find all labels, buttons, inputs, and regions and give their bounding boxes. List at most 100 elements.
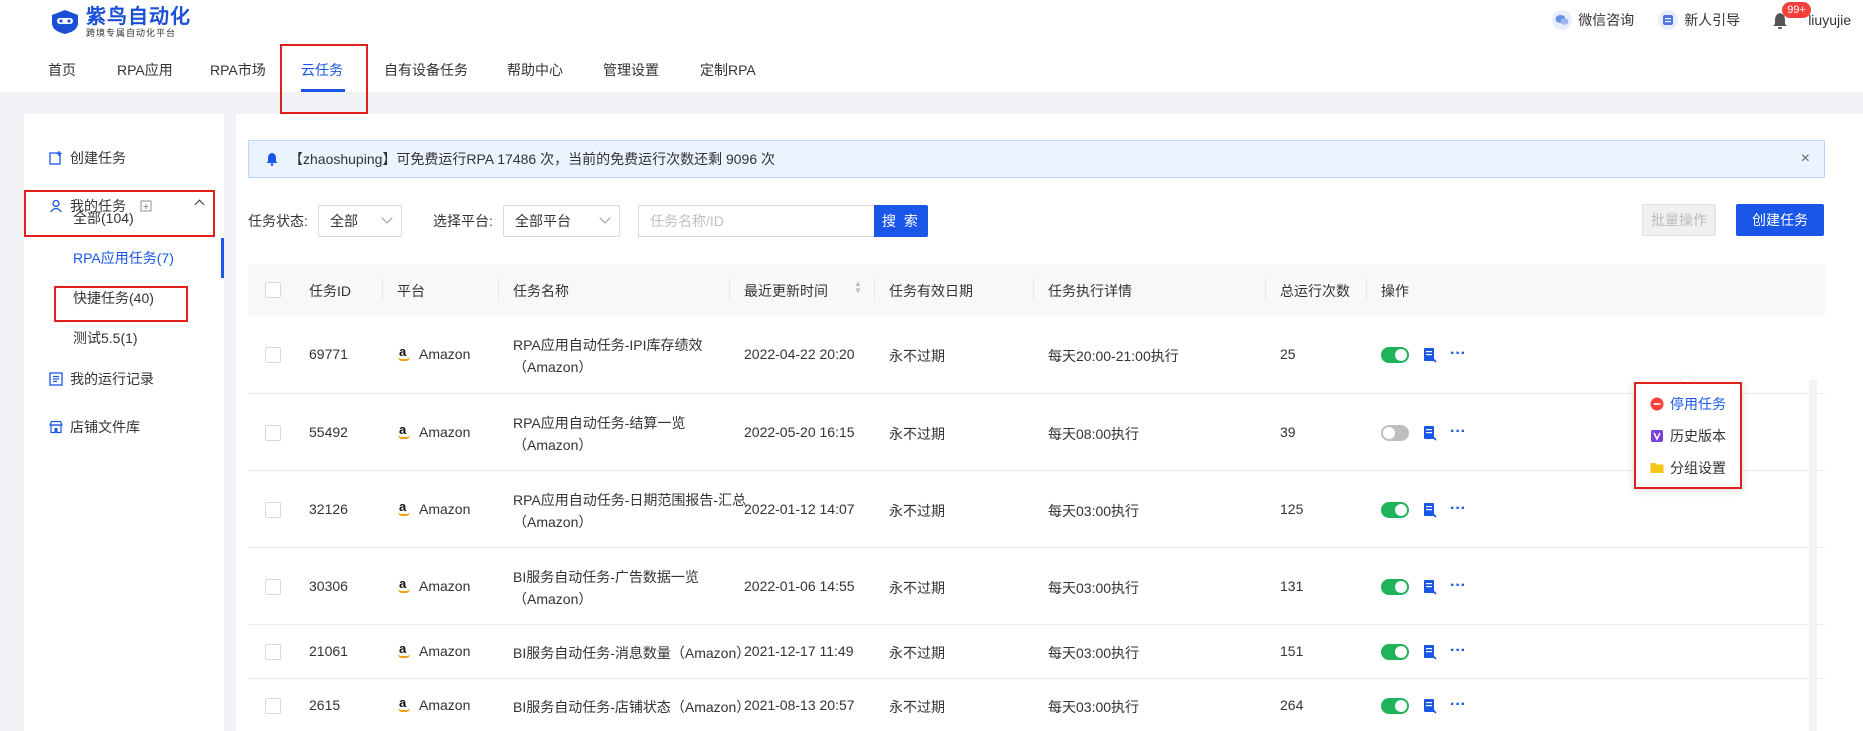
task-enable-toggle[interactable] bbox=[1381, 698, 1409, 714]
edit-doc-icon[interactable] bbox=[1423, 347, 1437, 363]
search-input[interactable] bbox=[638, 205, 876, 237]
nav-help-center[interactable]: 帮助中心 bbox=[507, 60, 563, 80]
wechat-consult-label: 微信咨询 bbox=[1578, 12, 1635, 28]
task-id: 2615 bbox=[309, 697, 341, 713]
row-checkbox[interactable] bbox=[265, 502, 281, 518]
task-enable-toggle[interactable] bbox=[1381, 502, 1409, 518]
quota-notice: 【zhaoshuping】可免费运行RPA 17486 次，当前的免费运行次数还… bbox=[248, 140, 1825, 178]
sort-icon[interactable]: ▲ ▼ bbox=[854, 280, 862, 295]
task-enable-toggle[interactable] bbox=[1381, 644, 1409, 660]
task-name: RPA应用自动任务-日期范围报告-汇总 bbox=[513, 492, 747, 508]
task-enable-toggle[interactable] bbox=[1381, 579, 1409, 595]
toggle-knob bbox=[1383, 427, 1395, 439]
sidebar-run-records-label: 我的运行记录 bbox=[70, 371, 154, 387]
select-all-checkbox[interactable] bbox=[265, 282, 281, 298]
validity: 永不过期 bbox=[889, 580, 945, 596]
chevron-up-icon[interactable] bbox=[194, 199, 205, 210]
updated-time: 2021-08-13 20:57 bbox=[744, 697, 855, 713]
nav-custom-rpa[interactable]: 定制RPA bbox=[700, 60, 756, 80]
close-icon[interactable]: × bbox=[1801, 150, 1810, 168]
logo[interactable]: 紫鸟自动化 跨境专属自动化平台 bbox=[50, 6, 191, 38]
status-select[interactable]: 全部 bbox=[318, 205, 402, 237]
nav-cloud-tasks[interactable]: 云任务 bbox=[301, 60, 343, 80]
column-divider bbox=[1366, 278, 1367, 300]
task-id: 55492 bbox=[309, 424, 348, 440]
more-icon[interactable]: ··· bbox=[1450, 424, 1466, 440]
task-enable-toggle[interactable] bbox=[1381, 347, 1409, 363]
more-icon[interactable]: ··· bbox=[1450, 578, 1466, 594]
wechat-consult-link[interactable]: 微信咨询 bbox=[1552, 10, 1634, 30]
nav-home[interactable]: 首页 bbox=[48, 60, 76, 80]
username[interactable]: liuyujie bbox=[1808, 12, 1851, 28]
platform-name: Amazon bbox=[419, 578, 471, 594]
newbie-guide-link[interactable]: 新人引导 bbox=[1658, 10, 1740, 30]
sidebar-sub-all[interactable]: 全部(104) bbox=[73, 208, 134, 228]
create-task-button[interactable]: 创建任务 bbox=[1736, 204, 1824, 236]
task-name-suffix: （Amazon） bbox=[513, 591, 593, 607]
validity: 永不过期 bbox=[889, 645, 945, 661]
toggle-knob bbox=[1395, 700, 1407, 712]
nav-settings[interactable]: 管理设置 bbox=[603, 60, 659, 80]
th-updated-time[interactable]: 最近更新时间 bbox=[744, 281, 828, 301]
row-checkbox[interactable] bbox=[265, 644, 281, 660]
more-icon[interactable]: ··· bbox=[1450, 501, 1466, 517]
nav-rpa-app[interactable]: RPA应用 bbox=[117, 60, 173, 80]
toggle-knob bbox=[1395, 504, 1407, 516]
menu-item-group-settings[interactable]: 分组设置 bbox=[1650, 458, 1726, 478]
task-id: 32126 bbox=[309, 501, 348, 517]
column-divider bbox=[498, 278, 499, 300]
amazon-logo-icon: a bbox=[397, 576, 411, 593]
menu-item-disable-task[interactable]: 停用任务 bbox=[1650, 394, 1726, 414]
batch-operation-button[interactable]: 批量操作 bbox=[1642, 204, 1716, 236]
total-runs: 125 bbox=[1280, 501, 1304, 517]
th-platform: 平台 bbox=[397, 283, 425, 299]
table-scrollbar[interactable] bbox=[1809, 380, 1817, 731]
sidebar-run-records[interactable]: 我的运行记录 bbox=[24, 359, 224, 399]
status-filter-label: 任务状态: bbox=[248, 213, 308, 229]
toggle-knob bbox=[1395, 581, 1407, 593]
edit-doc-icon[interactable] bbox=[1423, 698, 1437, 714]
task-name: RPA应用自动任务-结算一览 bbox=[513, 415, 686, 431]
menu-item-group-settings-label: 分组设置 bbox=[1670, 460, 1726, 476]
sidebar-shop-files[interactable]: 店铺文件库 bbox=[24, 407, 224, 447]
total-runs: 264 bbox=[1280, 697, 1304, 713]
nav-rpa-market[interactable]: RPA市场 bbox=[210, 60, 266, 80]
row-checkbox[interactable] bbox=[265, 425, 281, 441]
task-enable-toggle[interactable] bbox=[1381, 425, 1409, 441]
add-group-icon[interactable] bbox=[140, 199, 154, 213]
sidebar-create-task[interactable]: 创建任务 bbox=[24, 138, 224, 178]
more-icon[interactable]: ··· bbox=[1450, 643, 1466, 659]
total-runs: 25 bbox=[1280, 346, 1296, 362]
platform-cell: a Amazon bbox=[397, 695, 470, 713]
task-name-suffix: （Amazon） bbox=[513, 437, 593, 453]
platform-cell: a Amazon bbox=[397, 499, 470, 517]
sidebar-sub-quick-tasks[interactable]: 快捷任务(40) bbox=[73, 288, 154, 308]
status-select-value: 全部 bbox=[330, 213, 358, 229]
sidebar-sub-test[interactable]: 测试5.5(1) bbox=[73, 328, 138, 348]
menu-item-history-versions-label: 历史版本 bbox=[1670, 428, 1726, 444]
edit-doc-icon[interactable] bbox=[1423, 579, 1437, 595]
platform-select[interactable]: 全部平台 bbox=[503, 205, 620, 237]
platform-cell: a Amazon bbox=[397, 641, 470, 659]
task-id: 21061 bbox=[309, 643, 348, 659]
brand-name: 紫鸟自动化 bbox=[86, 6, 191, 28]
platform-select-value: 全部平台 bbox=[515, 213, 571, 229]
task-name: BI服务自动任务-广告数据一览 bbox=[513, 569, 699, 585]
edit-doc-icon[interactable] bbox=[1423, 502, 1437, 518]
sidebar-create-task-label: 创建任务 bbox=[70, 150, 126, 166]
menu-item-history-versions[interactable]: 历史版本 bbox=[1650, 426, 1726, 446]
th-task-name: 任务名称 bbox=[513, 283, 569, 299]
search-button[interactable]: 搜 索 bbox=[874, 205, 928, 237]
more-icon[interactable]: ··· bbox=[1450, 346, 1466, 362]
nav-own-device-tasks[interactable]: 自有设备任务 bbox=[384, 60, 468, 80]
notification-bell[interactable]: 99+ bbox=[1770, 2, 1811, 30]
th-total-runs: 总运行次数 bbox=[1280, 283, 1350, 299]
row-checkbox[interactable] bbox=[265, 347, 281, 363]
edit-doc-icon[interactable] bbox=[1423, 425, 1437, 441]
edit-doc-icon[interactable] bbox=[1423, 644, 1437, 660]
row-checkbox[interactable] bbox=[265, 579, 281, 595]
sidebar-sub-rpa-app-tasks[interactable]: RPA应用任务(7) bbox=[73, 248, 174, 268]
more-icon[interactable]: ··· bbox=[1450, 697, 1466, 713]
updated-time: 2022-04-22 20:20 bbox=[744, 346, 855, 362]
row-checkbox[interactable] bbox=[265, 698, 281, 714]
